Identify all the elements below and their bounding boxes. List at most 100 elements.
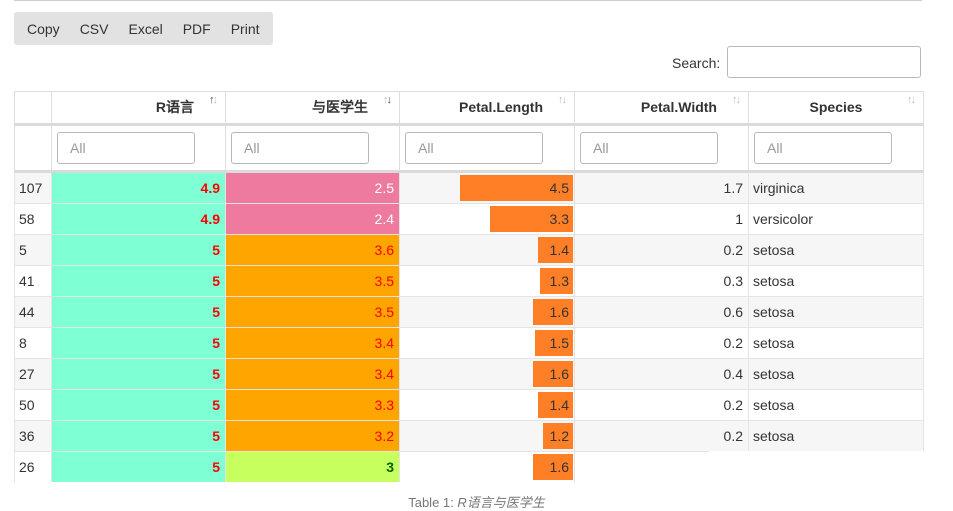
filter-cell xyxy=(51,123,226,173)
petal-length-value: 1.2 xyxy=(549,428,569,444)
sepal-cell: 5 xyxy=(51,296,226,328)
sort-both-icon: ↑↓ xyxy=(732,94,741,106)
sort-both-icon: ↑↓ xyxy=(907,94,916,106)
header-col-medical[interactable]: 与医学生 ↑↓ xyxy=(225,91,400,125)
filter-row xyxy=(14,123,924,173)
species-cell: setosa xyxy=(748,265,924,297)
petal-width-cell: 0.2 xyxy=(574,234,749,266)
table-row[interactable]: 107 4.9 2.5 4.5 1.7 virginica xyxy=(14,171,924,204)
petal-length-cell: 1.6 xyxy=(399,296,575,328)
sort-asc-icon: ↑↓ xyxy=(209,94,218,106)
table-row[interactable]: 8 5 3.4 1.5 0.2 setosa xyxy=(14,327,924,359)
caption-prefix: Table 1: xyxy=(408,495,458,510)
table-row[interactable]: 50 5 3.3 1.4 0.2 setosa xyxy=(14,389,924,421)
petal-length-cell: 1.3 xyxy=(399,265,575,297)
species-cell: setosa xyxy=(748,327,924,359)
header-col-petal-length[interactable]: Petal.Length ↑↓ xyxy=(399,91,575,125)
filter-cell xyxy=(399,123,575,173)
filter-input-r[interactable] xyxy=(57,132,195,164)
petal-length-cell: 1.4 xyxy=(399,389,575,421)
sepal-cell: 5 xyxy=(51,451,226,482)
petal-length-cell: 1.6 xyxy=(399,451,575,482)
petal-width-cell: 1 xyxy=(574,203,749,235)
petal-length-cell: 4.5 xyxy=(399,171,575,204)
width-cell: 3.5 xyxy=(225,265,400,297)
width-cell: 3.5 xyxy=(225,296,400,328)
filter-input-species[interactable] xyxy=(754,132,892,164)
sort-desc-icon: ↑↓ xyxy=(383,94,392,106)
row-id-cell: 107 xyxy=(14,171,52,204)
table-row[interactable]: 41 5 3.5 1.3 0.3 setosa xyxy=(14,265,924,297)
filter-input-medical[interactable] xyxy=(231,132,369,164)
excel-button[interactable]: Excel xyxy=(118,12,172,45)
petal-length-value: 3.3 xyxy=(549,211,569,227)
species-cell: virginica xyxy=(748,171,924,204)
petal-length-cell: 3.3 xyxy=(399,203,575,235)
sort-both-icon: ↑↓ xyxy=(558,94,567,106)
sepal-cell: 5 xyxy=(51,358,226,390)
sepal-cell: 5 xyxy=(51,389,226,421)
header-col-petal-width[interactable]: Petal.Width ↑↓ xyxy=(574,91,749,125)
width-cell: 3.4 xyxy=(225,358,400,390)
search-input[interactable] xyxy=(727,46,921,78)
filter-cell xyxy=(574,123,749,173)
petal-width-cell: 0.6 xyxy=(574,296,749,328)
petal-width-cell: 0.3 xyxy=(574,265,749,297)
row-id-cell: 50 xyxy=(14,389,52,421)
csv-button[interactable]: CSV xyxy=(70,12,119,45)
header-col-species[interactable]: Species ↑↓ xyxy=(748,91,924,125)
width-cell: 3.2 xyxy=(225,420,400,452)
petal-length-value: 1.5 xyxy=(549,335,569,351)
petal-length-value: 1.4 xyxy=(549,397,569,413)
row-id-cell: 41 xyxy=(14,265,52,297)
table-row[interactable]: 36 5 3.2 1.2 0.2 setosa xyxy=(14,420,924,452)
row-id-cell: 8 xyxy=(14,327,52,359)
filter-input-petal-width[interactable] xyxy=(580,132,718,164)
header-rownames[interactable] xyxy=(14,91,52,125)
caption-title: R语言与医学生 xyxy=(457,495,545,510)
width-cell: 3.3 xyxy=(225,389,400,421)
petal-length-value: 1.3 xyxy=(549,273,569,289)
row-id-cell: 44 xyxy=(14,296,52,328)
search-label: Search: xyxy=(672,55,721,71)
table-row[interactable]: 27 5 3.4 1.6 0.4 setosa xyxy=(14,358,924,390)
petal-length-value: 4.5 xyxy=(549,180,569,196)
filter-input-petal-length[interactable] xyxy=(405,132,543,164)
copy-button[interactable]: Copy xyxy=(17,12,70,45)
print-button[interactable]: Print xyxy=(221,12,270,45)
sepal-cell: 5 xyxy=(51,327,226,359)
table-row[interactable]: 5 5 3.6 1.4 0.2 setosa xyxy=(14,234,924,266)
sepal-cell: 4.9 xyxy=(51,203,226,235)
width-cell: 2.5 xyxy=(225,171,400,204)
species-cell: setosa xyxy=(748,296,924,328)
table-row[interactable]: 58 4.9 2.4 3.3 1 versicolor xyxy=(14,203,924,235)
petal-length-cell: 1.6 xyxy=(399,358,575,390)
data-table: R语言 ↑↓ 与医学生 ↑↓ Petal.Length ↑↓ Petal.Wid… xyxy=(14,91,924,482)
filter-cell xyxy=(748,123,924,173)
table-row[interactable]: 44 5 3.5 1.6 0.6 setosa xyxy=(14,296,924,328)
sepal-cell: 4.9 xyxy=(51,171,226,204)
row-id-cell: 26 xyxy=(14,451,52,482)
species-cell: setosa xyxy=(748,358,924,390)
petal-length-value: 1.6 xyxy=(549,366,569,382)
species-cell: setosa xyxy=(748,234,924,266)
header-col-r[interactable]: R语言 ↑↓ xyxy=(51,91,226,125)
sepal-cell: 5 xyxy=(51,234,226,266)
table-caption: Table 1: R语言与医学生 xyxy=(0,492,953,511)
row-id-cell: 36 xyxy=(14,420,52,452)
petal-width-cell: 0.2 xyxy=(574,420,749,452)
petal-length-value: 1.6 xyxy=(549,304,569,320)
export-toolbar: Copy CSV Excel PDF Print xyxy=(14,12,273,45)
petal-width-cell: 0.2 xyxy=(574,327,749,359)
row-id-cell: 27 xyxy=(14,358,52,390)
petal-length-cell: 1.5 xyxy=(399,327,575,359)
pdf-button[interactable]: PDF xyxy=(173,12,221,45)
petal-width-cell: 1.7 xyxy=(574,171,749,204)
filter-cell-empty xyxy=(14,123,52,173)
petal-length-value: 1.4 xyxy=(549,242,569,258)
species-cell: setosa xyxy=(748,389,924,421)
petal-width-cell: 0.2 xyxy=(574,389,749,421)
width-cell: 3.4 xyxy=(225,327,400,359)
width-cell: 3.6 xyxy=(225,234,400,266)
width-cell: 3 xyxy=(225,451,400,482)
